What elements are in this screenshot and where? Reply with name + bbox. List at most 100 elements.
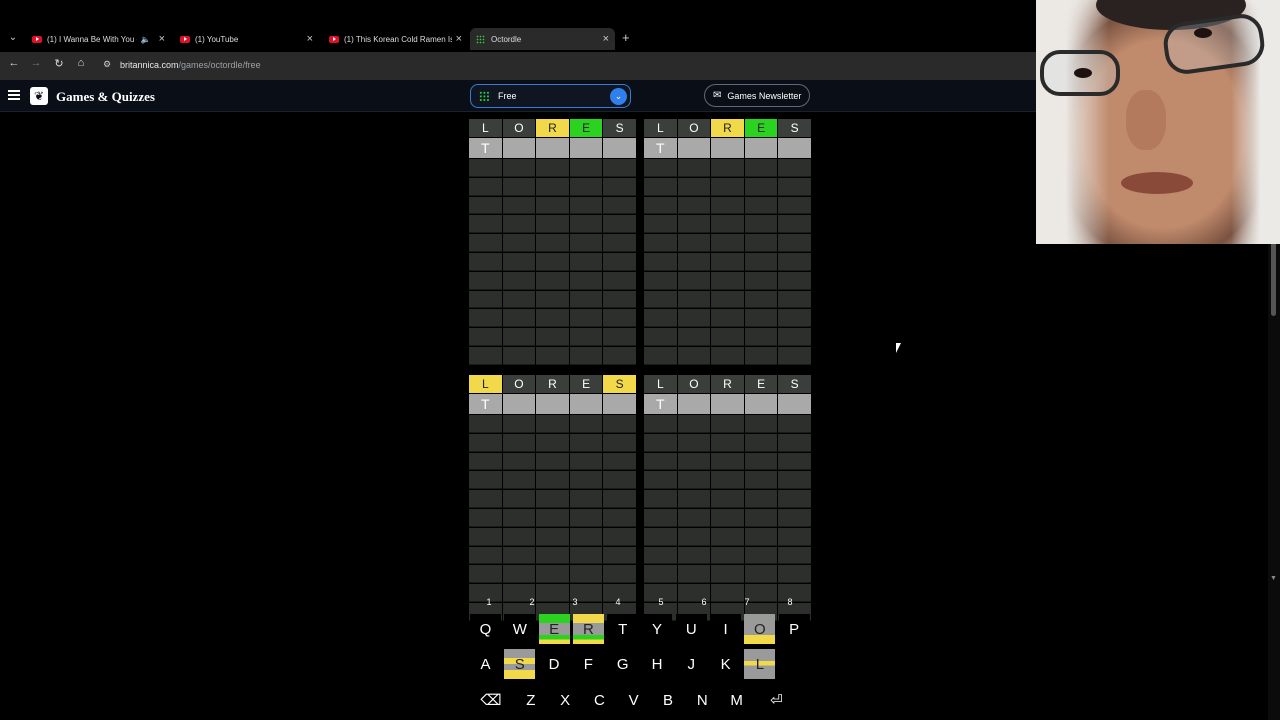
key-n[interactable]: N (686, 685, 718, 715)
browser-tab[interactable]: (1) YouTube × (174, 28, 319, 50)
hamburger-menu-icon[interactable] (8, 90, 20, 100)
board-number-5[interactable]: 5 (641, 597, 681, 607)
tab-list-chevron-icon[interactable]: ⌄ (6, 30, 20, 46)
tab-title: (1) YouTube (195, 34, 239, 44)
scroll-down-arrow-icon[interactable]: ▼ (1270, 575, 1277, 582)
tile-empty (677, 545, 711, 565)
tile-empty (569, 564, 603, 584)
tile-empty (469, 251, 502, 271)
site-info-icon[interactable]: ⚙ (103, 59, 113, 69)
backspace-key[interactable]: ⌫ (470, 685, 512, 715)
tile-gray: O (502, 374, 536, 393)
key-s[interactable]: S (504, 649, 536, 679)
board-number-2[interactable]: 2 (512, 597, 552, 607)
close-tab-icon[interactable]: × (159, 33, 165, 45)
games-newsletter-button[interactable]: ✉ Games Newsletter (704, 84, 810, 107)
board-number-6[interactable]: 6 (684, 597, 724, 607)
tile-empty (603, 308, 636, 328)
browser-tab[interactable]: (1) This Korean Cold Ramen Is × (323, 28, 468, 50)
tile-gray: O (677, 118, 711, 137)
url-field[interactable]: britannica.com/games/octordle/free (120, 60, 261, 70)
key-w[interactable]: W (504, 614, 536, 644)
newsletter-icon: ✉ (713, 90, 722, 101)
tile-empty (677, 214, 711, 234)
game-mode-select[interactable]: Free ⌄ (470, 84, 631, 108)
key-f[interactable]: F (572, 649, 604, 679)
key-y[interactable]: Y (641, 614, 673, 644)
tile-empty (644, 414, 677, 433)
site-brand[interactable]: Games & Quizzes (56, 89, 155, 105)
tile-empty (502, 214, 536, 234)
tile-empty (711, 214, 744, 234)
tile-empty (644, 507, 677, 527)
key-u[interactable]: U (675, 614, 707, 644)
tile-green: E (744, 118, 778, 137)
tile-empty (569, 158, 603, 177)
key-v[interactable]: V (618, 685, 650, 715)
key-j[interactable]: J (675, 649, 707, 679)
key-m[interactable]: M (721, 685, 753, 715)
tile-empty (469, 507, 502, 527)
browser-tab-active[interactable]: Octordle × (470, 28, 615, 50)
close-tab-icon[interactable]: × (456, 33, 462, 45)
key-p[interactable]: P (778, 614, 810, 644)
tile-empty (536, 214, 569, 234)
scrollbar-thumb[interactable] (1271, 240, 1276, 316)
key-z[interactable]: Z (515, 685, 547, 715)
tile-gray: E (569, 374, 603, 393)
key-e[interactable]: E (538, 614, 570, 644)
browser-tab[interactable]: (1) I Wanna Be With You - Y 🔈 × (26, 28, 171, 50)
forward-arrow-icon[interactable]: → (29, 57, 43, 69)
tile-current-empty (711, 137, 744, 158)
close-tab-icon[interactable]: × (603, 33, 609, 45)
tile-empty (744, 526, 778, 546)
new-tab-plus-icon[interactable]: + (622, 30, 630, 45)
key-c[interactable]: C (583, 685, 615, 715)
board-number-3[interactable]: 3 (555, 597, 595, 607)
tile-empty (644, 451, 677, 471)
tile-yellow: L (469, 374, 502, 393)
tile-empty (744, 507, 778, 527)
back-arrow-icon[interactable]: ← (7, 57, 21, 69)
tile-empty (644, 489, 677, 508)
key-a[interactable]: A (470, 649, 501, 679)
youtube-icon (32, 35, 42, 43)
tile-empty (644, 308, 677, 328)
key-t[interactable]: T (607, 614, 639, 644)
tile-typed: T (469, 137, 502, 158)
key-r[interactable]: R (572, 614, 604, 644)
tile-empty (569, 414, 603, 433)
key-g[interactable]: G (607, 649, 639, 679)
tile-empty (644, 251, 677, 271)
board-number-1[interactable]: 1 (469, 597, 509, 607)
key-i[interactable]: I (710, 614, 742, 644)
key-o[interactable]: O (744, 614, 776, 644)
key-l[interactable]: L (744, 649, 776, 679)
tile-empty (744, 345, 778, 365)
tile-yellow: S (603, 374, 636, 393)
key-x[interactable]: X (549, 685, 581, 715)
home-icon[interactable]: ⌂ (74, 57, 88, 69)
chevron-down-icon[interactable]: ⌄ (610, 88, 627, 105)
key-q[interactable]: Q (470, 614, 501, 644)
tile-current-empty (778, 393, 811, 414)
tile-empty (644, 214, 677, 234)
tile-empty (469, 451, 502, 471)
close-tab-icon[interactable]: × (307, 33, 313, 45)
tile-empty (677, 526, 711, 546)
speaker-icon[interactable]: 🔈 (141, 35, 151, 44)
key-b[interactable]: B (652, 685, 684, 715)
enter-key[interactable]: ⏎ (755, 685, 798, 715)
tile-gray: E (744, 374, 778, 393)
key-d[interactable]: D (538, 649, 570, 679)
key-k[interactable]: K (710, 649, 742, 679)
tile-empty (677, 251, 711, 271)
reload-icon[interactable]: ↻ (52, 57, 66, 70)
board-number-7[interactable]: 7 (727, 597, 767, 607)
britannica-logo-icon[interactable]: ❦ (30, 87, 48, 105)
tile-empty (744, 158, 778, 177)
board-number-4[interactable]: 4 (598, 597, 638, 607)
board-number-8[interactable]: 8 (770, 597, 810, 607)
tile-empty (603, 251, 636, 271)
key-h[interactable]: H (641, 649, 673, 679)
